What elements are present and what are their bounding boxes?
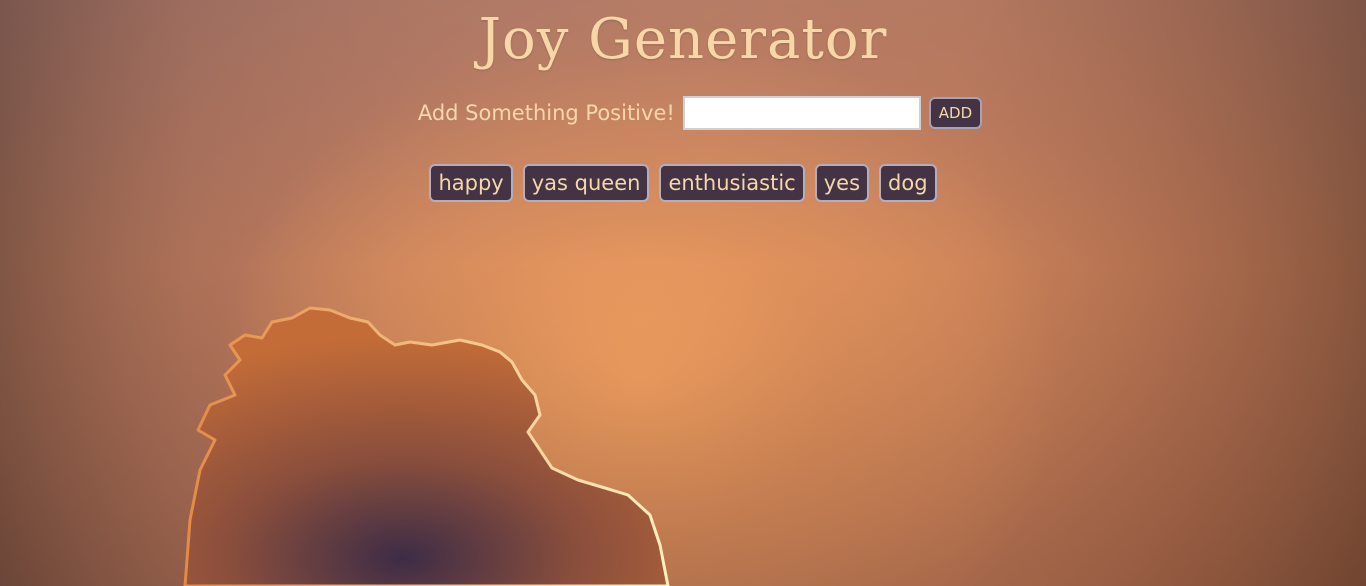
add-label: Add Something Positive! [417, 101, 675, 125]
cloud-silhouette-image [183, 306, 670, 586]
topic-button-dog[interactable]: dog [879, 164, 937, 202]
topic-button-enthusiastic[interactable]: enthusiastic [659, 164, 805, 202]
topic-input[interactable] [682, 96, 921, 130]
topic-buttons: happy yas queen enthusiastic yes dog [0, 164, 1366, 202]
add-form: Add Something Positive! ADD [0, 96, 1366, 130]
topic-button-yes[interactable]: yes [814, 164, 870, 202]
page-title: Joy Generator [478, 7, 888, 72]
topic-button-happy[interactable]: happy [429, 164, 513, 202]
topic-button-yas-queen[interactable]: yas queen [522, 164, 650, 202]
add-button[interactable]: ADD [928, 97, 983, 129]
header: Joy Generator [0, 0, 1366, 74]
